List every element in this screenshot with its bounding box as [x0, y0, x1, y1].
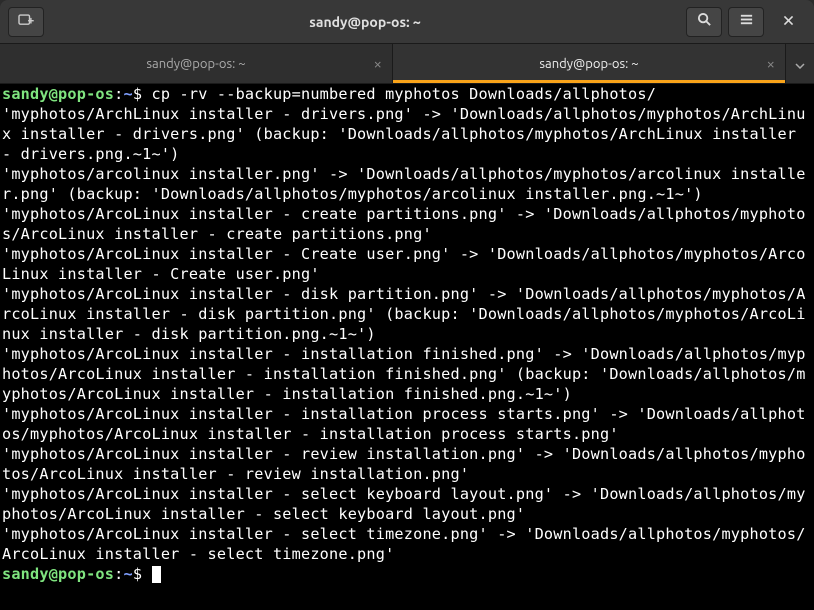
cursor — [152, 566, 161, 583]
prompt-sigil: $ — [133, 565, 142, 583]
close-window-button[interactable] — [770, 7, 806, 37]
output-line: 'myphotos/arcolinux installer.png' -> 'D… — [2, 165, 806, 203]
prompt-sigil: $ — [133, 85, 142, 103]
new-tab-icon — [17, 13, 35, 31]
tab-dropdown-button[interactable] — [786, 44, 814, 83]
titlebar: sandy@pop-os: ~ — [0, 0, 814, 44]
close-icon — [782, 13, 795, 31]
search-button[interactable] — [686, 7, 722, 37]
prompt-user-host: sandy@pop-os — [2, 85, 114, 103]
output-line: 'myphotos/ArcoLinux installer - Create u… — [2, 245, 806, 283]
command-text: cp -rv --backup=numbered myphotos Downlo… — [152, 85, 657, 103]
tab-label: sandy@pop-os: ~ — [146, 57, 245, 71]
prompt-path: ~ — [123, 565, 132, 583]
terminal-content[interactable]: sandy@pop-os:~$ cp -rv --backup=numbered… — [0, 84, 814, 610]
prompt-user-host: sandy@pop-os — [2, 565, 114, 583]
tab-1[interactable]: sandy@pop-os: ~ × — [393, 44, 786, 83]
new-tab-button[interactable] — [8, 7, 44, 37]
tab-close-button[interactable]: × — [374, 55, 382, 72]
chevron-down-icon — [795, 55, 805, 73]
output-line: 'myphotos/ArcoLinux installer - select k… — [2, 485, 806, 523]
titlebar-controls — [686, 7, 806, 37]
tab-bar: sandy@pop-os: ~ × sandy@pop-os: ~ × — [0, 44, 814, 84]
output-line: 'myphotos/ArchLinux installer - drivers.… — [2, 105, 806, 163]
tab-0[interactable]: sandy@pop-os: ~ × — [0, 44, 393, 83]
output-line: 'myphotos/ArcoLinux installer - create p… — [2, 205, 806, 243]
prompt-path: ~ — [123, 85, 132, 103]
search-icon — [697, 12, 712, 31]
menu-button[interactable] — [728, 7, 764, 37]
tab-close-button[interactable]: × — [767, 55, 775, 72]
output-line: 'myphotos/ArcoLinux installer - installa… — [2, 345, 806, 403]
window-title: sandy@pop-os: ~ — [44, 14, 686, 30]
hamburger-icon — [739, 12, 754, 31]
output-line: 'myphotos/ArcoLinux installer - disk par… — [2, 285, 806, 343]
output-line: 'myphotos/ArcoLinux installer - installa… — [2, 405, 806, 443]
output-line: 'myphotos/ArcoLinux installer - select t… — [2, 525, 806, 563]
tab-label: sandy@pop-os: ~ — [539, 57, 638, 71]
output-line: 'myphotos/ArcoLinux installer - review i… — [2, 445, 806, 483]
